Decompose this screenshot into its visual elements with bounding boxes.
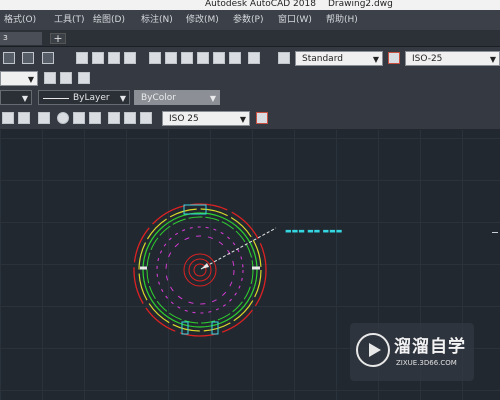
- center-red-circle-mid: [188, 258, 212, 282]
- watermark-url: ZIXUE.3D66.COM: [396, 359, 457, 367]
- crosshair-fragment: [492, 232, 498, 233]
- watermark-brand: 溜溜自学: [394, 337, 466, 357]
- leader-annotation: ▬▬▬ ▬▬ ▬▬▬: [285, 227, 342, 235]
- magenta-inner-circle: [165, 235, 235, 305]
- watermark: 溜溜自学 ZIXUE.3D66.COM: [350, 323, 474, 381]
- play-logo-icon: [356, 333, 390, 367]
- green-circle-inner: [146, 216, 254, 324]
- green-circle-outer: [142, 212, 258, 328]
- outer-red-circle: [133, 203, 267, 337]
- circular-part-drawing: [133, 203, 277, 337]
- center-red-circle-inner: [193, 263, 207, 277]
- magenta-dashed-circle: [156, 226, 244, 314]
